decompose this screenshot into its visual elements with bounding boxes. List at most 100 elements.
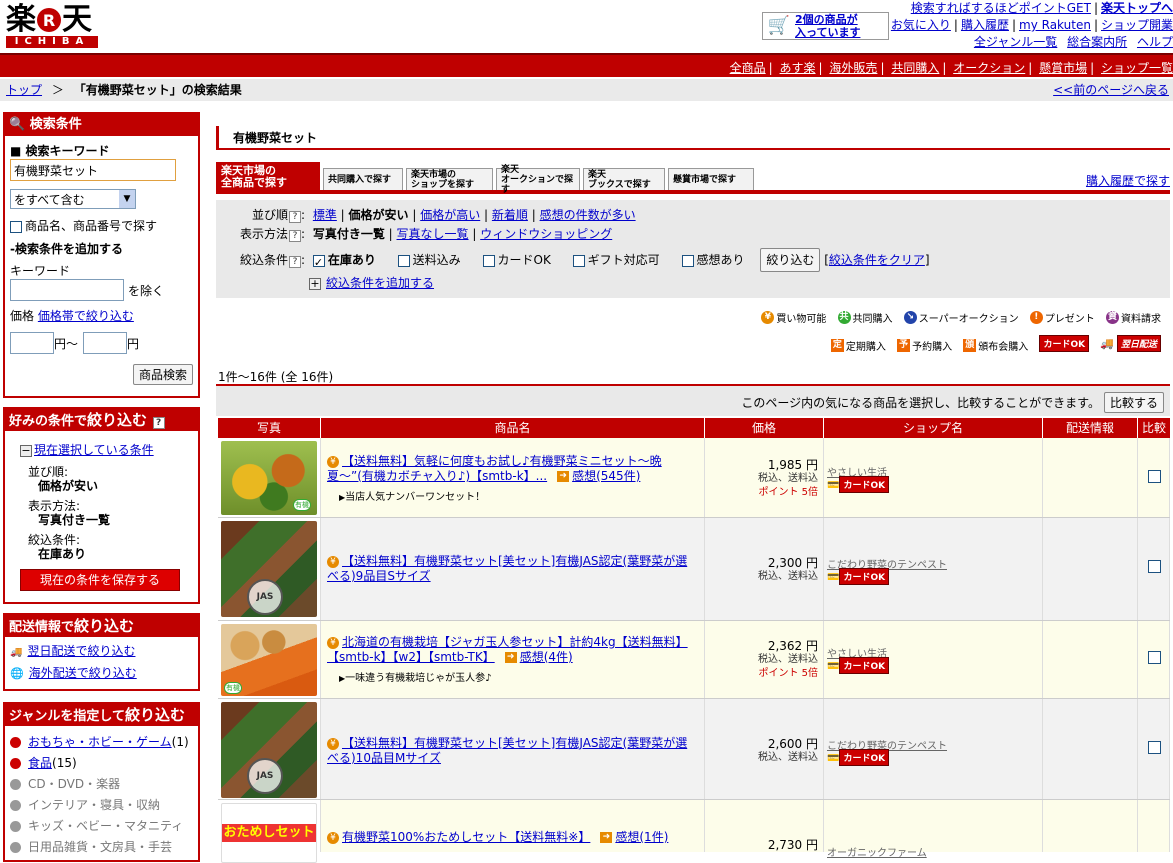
product-link[interactable]: 【送料無料】有機野菜セット[美セット]有機JAS認定(葉野菜が選べる)9品目Sサ… [327,554,687,583]
card-ok-badge: カードOK [839,749,890,766]
compare-checkbox[interactable] [1148,741,1161,754]
reviews-checkbox[interactable] [681,254,694,267]
product-thumbnail[interactable]: 有機 [221,441,317,515]
save-conditions-button[interactable]: 現在の条件を保存する [20,569,180,591]
rakuten-logo[interactable]: 楽 R 天 ICHIBA [6,4,98,48]
help-link[interactable]: ヘルプ [1137,35,1173,49]
all-genres-link[interactable]: 全ジャンル一覧 [974,35,1057,49]
nav-prize[interactable]: 懸賞市場 [1039,61,1087,75]
jas-mark: JAS [247,579,283,615]
history-search-link[interactable]: 購入履歴で探す [1086,172,1170,189]
compare-button[interactable]: 比較する [1103,392,1164,413]
name-only-checkbox[interactable] [10,220,22,233]
sort-reviews[interactable]: 感想の件数が多い [540,208,636,222]
price-max-input[interactable] [83,332,128,354]
nav-overseas[interactable]: 海外販売 [829,61,877,75]
tab-prize[interactable]: 懸賞市場で探す [668,168,754,190]
help-icon[interactable]: ? [288,230,301,242]
product-search-button[interactable]: 商品検索 [132,364,193,385]
keyword-input[interactable]: 有機野菜セット [10,159,176,181]
sort-newest[interactable]: 新着順 [492,208,528,222]
in-stock-checkbox[interactable] [312,253,325,273]
tax-note: 税込、送料込 [758,654,818,665]
apply-filter-button[interactable]: 絞り込む [760,248,821,272]
card-ok-badge: カードOK [839,476,890,493]
display-window[interactable]: ウィンドウショッピング [480,227,612,241]
pref-header-pre: 好みの条件で [9,414,88,429]
sort-standard[interactable]: 標準 [313,208,337,222]
preference-filter-header: 好みの条件で絞り込む ? [5,409,198,431]
card-ok-label: カードOK [497,253,551,267]
my-rakuten-link[interactable]: my Rakuten [1019,18,1091,32]
tab-group-buy[interactable]: 共同購入で探す [323,168,403,190]
logo-left: 楽 [6,2,36,37]
product-thumbnail[interactable]: JAS [221,702,317,798]
tab-books[interactable]: 楽天 ブックスで探す [583,168,665,190]
nav-all-products[interactable]: 全商品 [730,61,766,75]
match-select[interactable]: をすべて含む ▼ [10,189,136,209]
distribution-icon: 頒 [963,339,977,352]
clear-filter-link[interactable]: 絞込条件をクリア [829,253,925,267]
current-conditions-link[interactable]: 現在選択している条件 [34,443,154,457]
product-thumbnail[interactable]: おためしセット [221,803,317,863]
rakuten-top-link[interactable]: 楽天トップへ [1101,1,1173,15]
table-row: JAS ¥ 【送料無料】有機野菜セット[美セット]有機JAS認定(葉野菜が選べる)… [218,699,1170,800]
reviews-label: 感想あり [696,253,745,267]
genre-item-food[interactable]: 食品 (15) [10,753,193,774]
breadcrumb-top[interactable]: トップ [6,83,42,97]
genre-label[interactable]: おもちゃ・ホビー・ゲーム [28,732,172,753]
product-link[interactable]: 有機野菜100%おためしセット【送料無料※】 [342,830,590,844]
nav-asuraku[interactable]: あす楽 [780,61,816,75]
genre-label: CD・DVD・楽器 [28,777,121,791]
free-shipping-checkbox[interactable] [397,254,410,267]
product-link[interactable]: 【送料無料】有機野菜セット[美セット]有機JAS認定(葉野菜が選べる)10品目M… [327,736,687,765]
points-link[interactable]: 検索すればするほどポイントGET [911,1,1091,15]
add-filter-link[interactable]: 絞込条件を追加する [326,276,434,290]
compare-checkbox[interactable] [1148,560,1161,573]
sort-price-low: 価格が安い [348,208,409,222]
nav-shop-list[interactable]: ショップ一覧 [1101,61,1173,75]
overseas-link[interactable]: 海外配送で絞り込む [29,666,137,680]
card-ok-checkbox[interactable] [482,254,495,267]
gift-checkbox[interactable] [572,254,585,267]
nav-group-buy[interactable]: 共同購入 [891,61,939,75]
legend-label: プレゼント [1044,314,1095,325]
review-link[interactable]: 感想(545件) [572,469,640,483]
product-thumbnail[interactable]: 有機 [221,624,317,696]
card-ok-badge: カードOK [839,568,890,585]
compare-checkbox[interactable] [1148,470,1161,483]
help-icon[interactable]: ? [152,417,165,429]
product-thumbnail[interactable]: JAS [221,521,317,617]
plus-icon[interactable]: + [309,277,321,290]
help-icon[interactable]: ? [288,211,301,223]
breadcrumb-sep: ＞ [51,83,64,97]
display-no-photo[interactable]: 写真なし一覧 [397,227,469,241]
exclude-keyword-input[interactable] [10,279,124,301]
price-min-input[interactable] [10,332,54,354]
info-center-link[interactable]: 総合案内所 [1067,35,1127,49]
compare-cell [1138,800,1170,852]
review-link[interactable]: 感想(4件) [520,650,573,664]
yen-icon: ¥ [327,831,339,844]
cart-box[interactable]: 🛒 2個の商品が 入っています [762,12,889,40]
purchase-history-link[interactable]: 購入履歴 [961,18,1009,32]
tab-shops[interactable]: 楽天市場の ショップを探す [406,168,493,190]
sort-price-high[interactable]: 価格が高い [420,208,480,222]
tab-all-products[interactable]: 楽天市場の 全商品で探す [216,162,320,190]
tab-auction[interactable]: 楽天 オークションで探す [496,165,580,195]
back-link[interactable]: <<前のページへ戻る [1053,79,1169,101]
help-icon[interactable]: ? [288,256,301,268]
collapse-icon[interactable]: − [20,444,32,457]
compare-checkbox[interactable] [1148,651,1161,664]
price-range-link[interactable]: 価格帯で絞り込む [38,309,134,323]
next-day-link[interactable]: 翌日配送で絞り込む [27,644,135,658]
genre-label[interactable]: 食品 [28,753,52,774]
nav-auction[interactable]: オークション [953,61,1025,75]
open-shop-link[interactable]: ショップ開業 [1101,18,1173,32]
tax-note: 税込、送料込 [758,571,818,582]
genre-item-toys[interactable]: おもちゃ・ホビー・ゲーム (1) [10,732,193,753]
free-shipping-label: 送料込み [412,253,461,267]
yen-icon: ¥ [761,311,775,324]
review-link[interactable]: 感想(1件) [615,830,668,844]
favorites-link[interactable]: お気に入り [891,18,951,32]
